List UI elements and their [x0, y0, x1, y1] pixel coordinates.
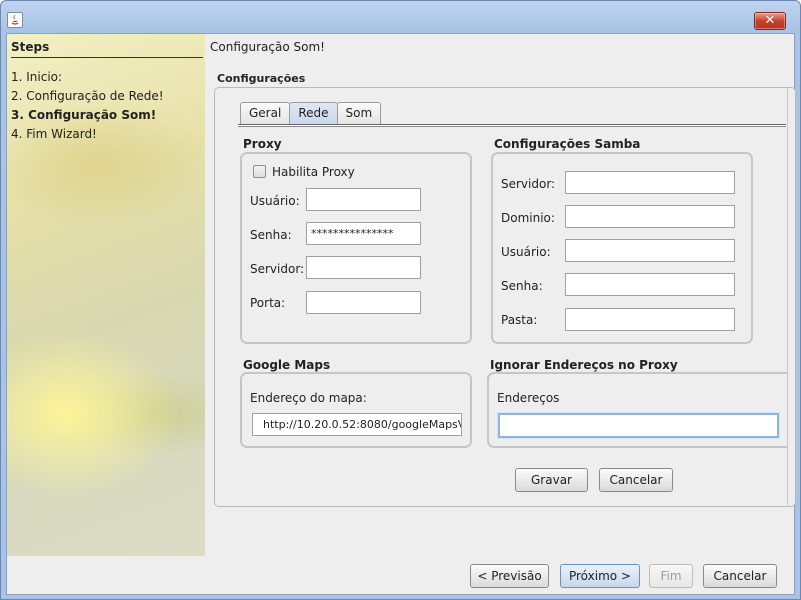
step-item: 4. Fim Wizard! — [11, 127, 97, 141]
samba-group-title: Configurações Samba — [494, 137, 641, 151]
finish-button[interactable]: Fim — [649, 564, 693, 588]
tab-divider — [238, 124, 786, 127]
samba-pasta-input[interactable] — [565, 308, 735, 331]
close-icon: ✕ — [764, 13, 776, 28]
step-item: 1. Inicio: — [11, 70, 63, 84]
title-bar: ✕ — [1, 1, 800, 33]
samba-usuario-input[interactable] — [565, 239, 735, 262]
steps-panel: Steps 1. Inicio: 2. Configuração de Rede… — [7, 34, 205, 556]
ignore-addresses-input[interactable] — [498, 413, 779, 438]
cancel-form-button[interactable]: Cancelar — [599, 468, 673, 492]
steps-list: 1. Inicio: 2. Configuração de Rede! 3. C… — [11, 68, 164, 144]
ignore-addresses-label: Endereços — [497, 391, 560, 405]
samba-servidor-label: Servidor: — [501, 177, 556, 191]
samba-usuario-label: Usuário: — [501, 245, 551, 259]
maps-group — [240, 372, 472, 448]
steps-title: Steps — [11, 40, 203, 58]
tab-geral[interactable]: Geral — [240, 102, 291, 124]
samba-dominio-input[interactable] — [565, 205, 735, 228]
save-button[interactable]: Gravar — [515, 468, 588, 492]
close-button[interactable]: ✕ — [754, 12, 786, 30]
proxy-group-title: Proxy — [243, 137, 282, 151]
ignore-group-title: Ignorar Endereços no Proxy — [490, 358, 678, 372]
tab-rede[interactable]: Rede — [289, 102, 338, 124]
maps-address-label: Endereço do mapa: — [250, 391, 367, 405]
proxy-usuario-label: Usuário: — [250, 194, 300, 208]
previous-button[interactable]: < Previsão — [470, 564, 549, 588]
proxy-senha-label: Senha: — [250, 228, 292, 242]
samba-pasta-label: Pasta: — [501, 313, 538, 327]
maps-group-title: Google Maps — [243, 358, 331, 372]
tab-bar: Geral Rede Som — [240, 102, 382, 124]
panel-edge — [787, 87, 788, 507]
samba-dominio-label: Dominio: — [501, 211, 555, 225]
section-title: Configurações — [217, 72, 306, 85]
java-app-icon — [7, 12, 23, 28]
enable-proxy-label: Habilita Proxy — [272, 165, 355, 179]
samba-senha-label: Senha: — [501, 279, 543, 293]
proxy-usuario-input[interactable] — [306, 188, 421, 211]
proxy-servidor-label: Servidor: — [250, 262, 305, 276]
wizard-window: ✕ Steps 1. Inicio: 2. Configuração de Re… — [0, 0, 801, 600]
samba-senha-input[interactable] — [565, 273, 735, 296]
proxy-porta-label: Porta: — [250, 296, 286, 310]
enable-proxy-checkbox[interactable] — [253, 165, 266, 178]
proxy-porta-input[interactable] — [306, 291, 421, 314]
next-button[interactable]: Próximo > — [560, 564, 640, 588]
proxy-group — [240, 152, 472, 344]
cancel-wizard-button[interactable]: Cancelar — [703, 564, 777, 588]
step-item: 2. Configuração de Rede! — [11, 89, 164, 103]
wizard-client-area: Steps 1. Inicio: 2. Configuração de Rede… — [6, 33, 796, 595]
page-title: Configuração Som! — [210, 40, 325, 54]
maps-address-input[interactable]: http://10.20.0.52:8080/googleMapsV3 — [252, 413, 462, 436]
proxy-servidor-input[interactable] — [306, 256, 421, 279]
samba-servidor-input[interactable] — [565, 171, 735, 194]
tab-som[interactable]: Som — [336, 102, 382, 124]
proxy-senha-input[interactable]: *************** — [306, 222, 421, 245]
step-item-active: 3. Configuração Som! — [11, 108, 157, 122]
